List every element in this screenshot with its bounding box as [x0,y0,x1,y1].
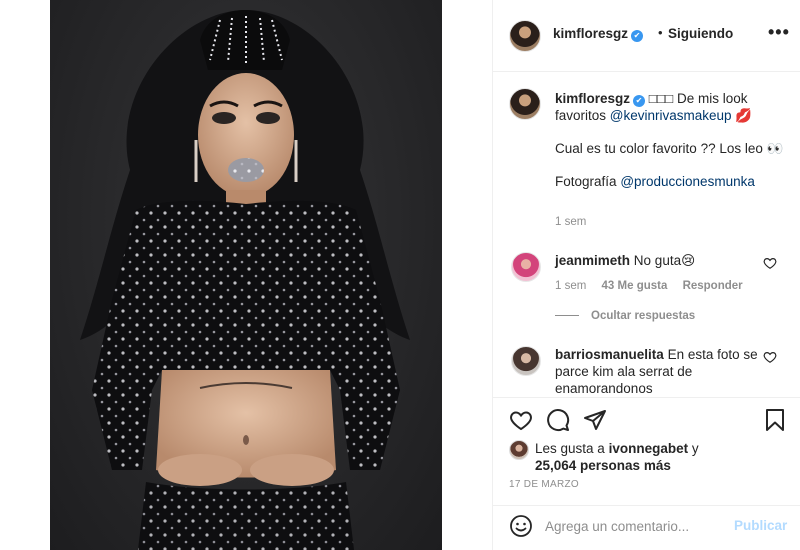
mention-kevinrivasmakeup[interactable]: @kevinrivasmakeup [610,108,732,123]
comment-likes[interactable]: 43 Me gusta [602,280,668,292]
publish-button[interactable]: Publicar [734,518,787,533]
author-username[interactable]: kimfloresgz ✔ [553,26,644,42]
caption-paragraph-2: Cual es tu color favorito ?? Los leo 👀 [555,141,784,156]
heart-icon[interactable] [509,408,533,432]
verified-badge-icon: ✔ [631,30,644,42]
comments-section[interactable]: kimfloresgz ✔ □□□ De mis look favoritos @… [493,72,800,397]
like-comment-heart-icon[interactable] [763,350,777,364]
caption-boxes: □□□ [648,91,674,106]
comment-timestamp[interactable]: 1 sem [555,280,586,292]
reply-button[interactable]: Responder [683,280,743,292]
caption-timestamp[interactable]: 1 sem [555,216,586,228]
mention-produccionesmunka[interactable]: @produccionesmunka [620,174,755,189]
comment-body: No guta😢 [633,253,696,268]
commenter-avatar[interactable] [511,346,541,376]
caption-author-avatar[interactable] [509,88,541,120]
liker-avatar[interactable] [509,440,529,460]
caption-photo-credit-label: Fotografía [555,174,617,189]
likes-count[interactable]: 25,064 personas más [535,458,671,473]
comment-meta: 1 sem 43 Me gusta Responder [555,280,785,292]
post-actions: Les gusta a ivonnegabet y 25,064 persona… [493,397,800,505]
share-icon[interactable] [583,408,607,432]
caption-text: kimfloresgz ✔ □□□ De mis look favoritos @… [555,90,785,206]
author-username-text[interactable]: kimfloresgz [553,26,628,41]
add-comment-bar: Publicar [493,505,800,550]
liked-by-suffix: y [691,441,699,456]
liked-by-line: Les gusta a ivonnegabet y [535,441,699,456]
liked-by-prefix: Les gusta a [535,441,605,456]
liked-by-username[interactable]: ivonnegabet [609,441,689,456]
instagram-post: kimfloresgz ✔ • Siguiendo ••• kimfloresgz… [0,0,800,550]
comment-text: barriosmanuelita En esta foto se parce k… [555,346,760,397]
photo-illustration [80,10,410,550]
lips-emoji: 💋 [735,108,753,123]
author-avatar[interactable] [509,20,541,52]
post-header: kimfloresgz ✔ • Siguiendo ••• [493,0,800,72]
hide-replies-line [555,315,579,317]
commenter-avatar[interactable] [511,252,541,282]
comment-input[interactable] [545,514,725,538]
media-column [0,0,492,550]
separator-dot: • [658,25,663,40]
caption-username[interactable]: kimfloresgz [555,91,630,106]
post-side-panel: kimfloresgz ✔ • Siguiendo ••• kimfloresgz… [492,0,800,550]
commenter-username[interactable]: jeanmimeth [555,253,630,268]
comment-icon[interactable] [546,408,570,432]
post-date[interactable]: 17 DE MARZO [509,479,579,490]
more-options-icon[interactable]: ••• [768,22,790,43]
commenter-username[interactable]: barriosmanuelita [555,347,664,362]
like-comment-heart-icon[interactable] [763,256,777,270]
hide-replies-button[interactable]: Ocultar respuestas [555,310,695,322]
following-button[interactable]: Siguiendo [668,26,733,41]
hide-replies-label[interactable]: Ocultar respuestas [591,310,695,322]
emoji-icon[interactable] [509,514,533,538]
verified-badge-icon: ✔ [633,95,646,107]
post-photo[interactable] [50,0,442,550]
bookmark-icon[interactable] [763,408,787,432]
comment-text: jeanmimeth No guta😢 [555,252,760,269]
